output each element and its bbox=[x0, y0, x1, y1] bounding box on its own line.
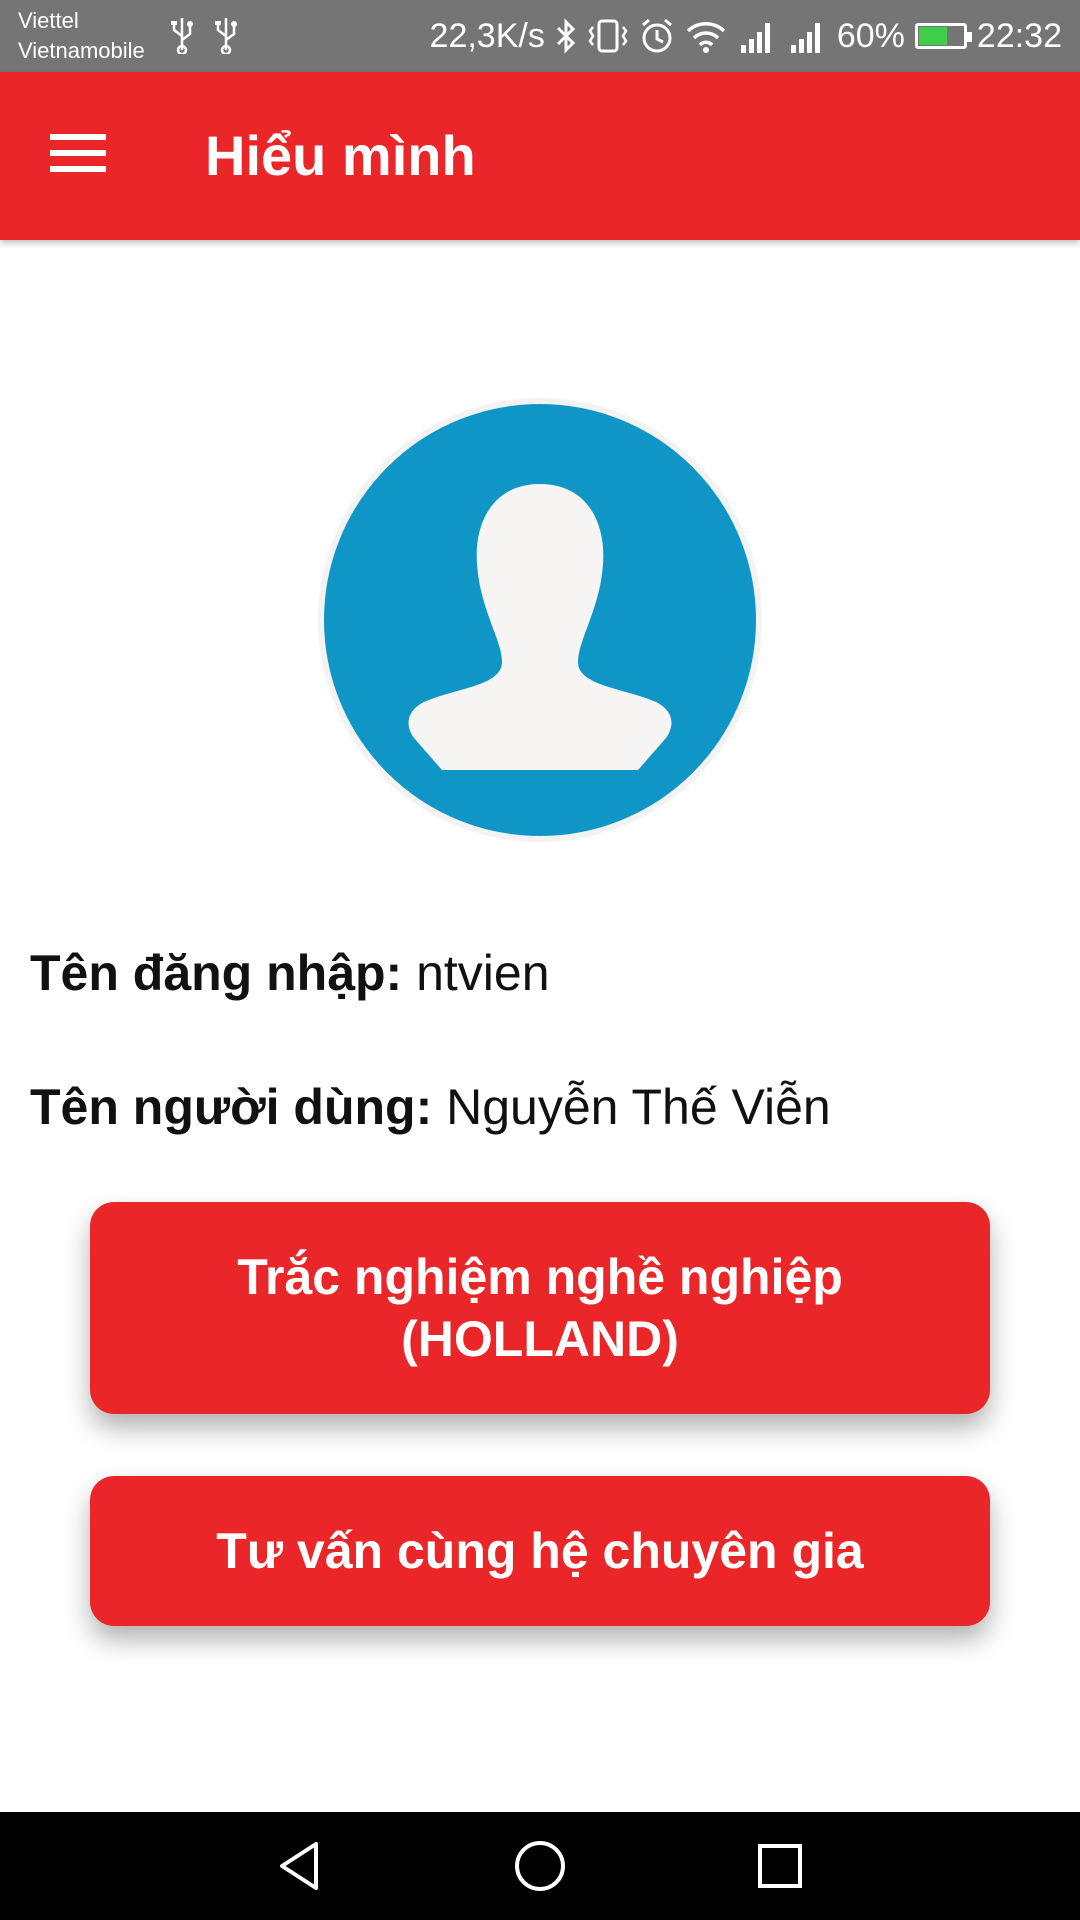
battery-percent: 60% bbox=[836, 16, 905, 55]
vibrate-icon bbox=[588, 19, 628, 53]
expert-button-label: Tư vấn cùng hệ chuyên gia bbox=[216, 1523, 864, 1579]
holland-button-line1: Trắc nghiệm nghề nghiệp bbox=[237, 1249, 843, 1305]
recents-icon[interactable] bbox=[752, 1838, 808, 1894]
carrier-2: Vietnamobile bbox=[18, 38, 145, 63]
signal-icon bbox=[790, 23, 820, 53]
app-bar: Hiểu mình bbox=[0, 72, 1080, 240]
page-title: Hiểu mình bbox=[205, 124, 476, 187]
username-value: ntvien bbox=[416, 945, 550, 1001]
hamburger-menu-icon[interactable] bbox=[40, 124, 106, 188]
status-bar: Viettel Vietnamobile 22,3K/s 60% 22:32 bbox=[0, 0, 1080, 72]
carrier-names: Viettel Vietnamobile bbox=[18, 6, 145, 66]
avatar bbox=[318, 398, 762, 842]
carrier-1: Viettel bbox=[18, 8, 79, 33]
fullname-row: Tên người dùng: Nguyễn Thế Viễn bbox=[30, 1078, 831, 1136]
alarm-icon bbox=[641, 18, 672, 53]
usb-icon bbox=[171, 18, 193, 54]
net-speed: 22,3K/s bbox=[429, 16, 545, 55]
bluetooth-icon bbox=[556, 18, 575, 54]
username-row: Tên đăng nhập: ntvien bbox=[30, 944, 550, 1002]
username-label: Tên đăng nhập: bbox=[30, 945, 403, 1001]
battery-icon bbox=[914, 23, 972, 49]
fullname-label: Tên người dùng: bbox=[30, 1079, 433, 1135]
status-icons: 22,3K/s 60% 22:32 bbox=[430, 0, 1062, 72]
battery-level bbox=[918, 27, 947, 45]
back-icon[interactable] bbox=[272, 1838, 328, 1894]
holland-button-line2: (HOLLAND) bbox=[401, 1311, 679, 1367]
expert-consult-button[interactable]: Tư vấn cùng hệ chuyên gia bbox=[90, 1476, 990, 1626]
user-silhouette-icon bbox=[408, 484, 672, 770]
usb-icon bbox=[215, 18, 237, 54]
navigation-bar bbox=[0, 1812, 1080, 1920]
holland-test-button[interactable]: Trắc nghiệm nghề nghiệp (HOLLAND) bbox=[90, 1202, 990, 1414]
signal-icon bbox=[740, 23, 770, 53]
home-icon[interactable] bbox=[512, 1838, 568, 1894]
clock: 22:32 bbox=[976, 16, 1062, 55]
wifi-icon bbox=[686, 22, 726, 53]
fullname-value: Nguyễn Thế Viễn bbox=[446, 1079, 831, 1135]
